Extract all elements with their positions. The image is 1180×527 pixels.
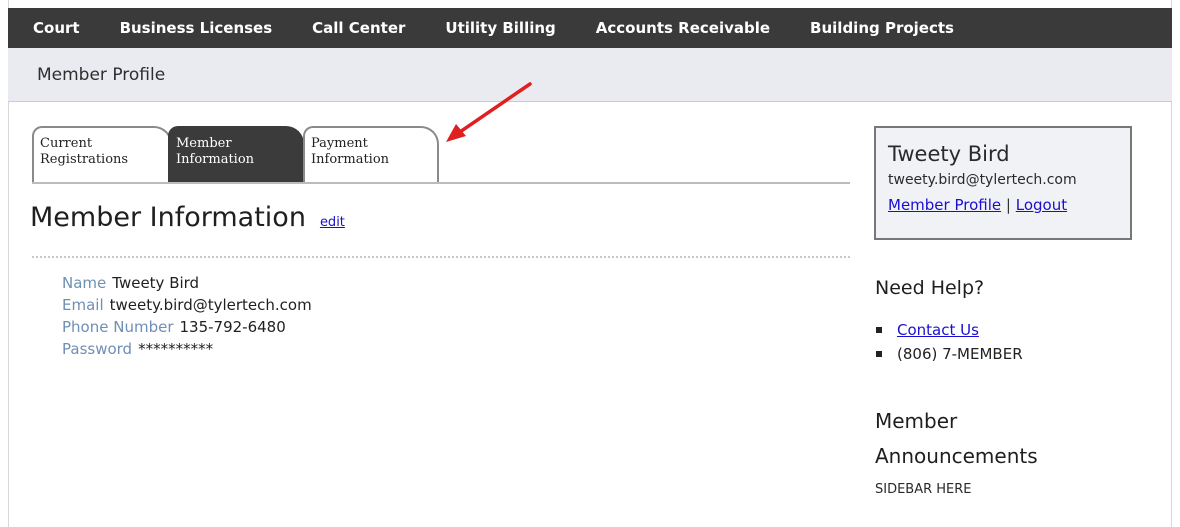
detail-row-password: Password **********	[62, 338, 312, 360]
bullet-icon	[876, 327, 882, 333]
tab-label-line1: Payment	[311, 136, 368, 151]
nav-item-building-projects[interactable]: Building Projects	[810, 19, 954, 37]
tab-label-line2: Information	[311, 152, 390, 167]
user-name: Tweety Bird	[888, 142, 1010, 166]
nav-item-business-licenses[interactable]: Business Licenses	[120, 19, 273, 37]
detail-label: Phone Number	[62, 318, 174, 336]
nav-item-utility-billing[interactable]: Utility Billing	[445, 19, 555, 37]
user-links: Member Profile | Logout	[888, 196, 1118, 214]
tab-current-registrations[interactable]: Current Registrations	[32, 126, 172, 182]
detail-label: Password	[62, 340, 133, 358]
detail-row-email: Email tweety.bird@tylertech.com	[62, 294, 312, 316]
page-title: Member Profile	[37, 64, 166, 85]
logout-link[interactable]: Logout	[1016, 196, 1067, 214]
user-box: Tweety Bird tweety.bird@tylertech.com Me…	[874, 126, 1132, 240]
section-title: Member Information	[30, 202, 306, 233]
detail-row-name: Name Tweety Bird	[62, 272, 312, 294]
nav-item-court[interactable]: Court	[33, 19, 80, 37]
help-list: Contact Us (806) 7-MEMBER	[876, 318, 1023, 366]
profile-tabs: Current Registrations Member Information…	[32, 126, 850, 184]
detail-label: Name	[62, 274, 107, 292]
contact-us-link[interactable]: Contact Us	[897, 318, 979, 342]
tabs-baseline	[32, 182, 850, 184]
section-heading: Member Information edit	[30, 202, 345, 233]
nav-item-accounts-receivable[interactable]: Accounts Receivable	[596, 19, 770, 37]
help-title: Need Help?	[875, 277, 985, 299]
list-item: Contact Us	[876, 318, 1023, 342]
announcements-title-line2: Announcements	[875, 444, 1038, 468]
phone-text: (806) 7-MEMBER	[897, 345, 1023, 363]
detail-value: Tweety Bird	[112, 274, 200, 292]
edit-link[interactable]: edit	[320, 215, 345, 230]
tab-payment-information[interactable]: Payment Information	[303, 126, 439, 182]
detail-label: Email	[62, 296, 104, 314]
tab-label-line2: Registrations	[40, 152, 129, 167]
divider	[32, 256, 850, 258]
bullet-icon	[876, 351, 882, 357]
detail-value: 135-792-6480	[179, 318, 286, 336]
page-header: Member Profile	[8, 48, 1172, 102]
top-nav: Court Business Licenses Call Center Util…	[8, 8, 1172, 48]
member-details: Name Tweety Bird Email tweety.bird@tylerte…	[62, 272, 312, 360]
link-separator: |	[1005, 196, 1011, 214]
tab-member-information[interactable]: Member Information	[168, 126, 304, 182]
detail-value: tweety.bird@tylertech.com	[109, 296, 312, 314]
member-profile-link[interactable]: Member Profile	[888, 196, 1001, 214]
user-email: tweety.bird@tylertech.com	[888, 172, 1077, 188]
tab-label-line2: Information	[176, 152, 255, 167]
tab-label-line1: Member	[176, 136, 232, 151]
list-item: (806) 7-MEMBER	[876, 342, 1023, 366]
announcements-title-line1: Member	[875, 409, 958, 433]
nav-item-call-center[interactable]: Call Center	[312, 19, 405, 37]
announcements-title: Member Announcements	[875, 404, 1038, 474]
announcements-body: SIDEBAR HERE	[875, 482, 972, 497]
tab-label-line1: Current	[40, 136, 93, 151]
detail-row-phone: Phone Number 135-792-6480	[62, 316, 312, 338]
detail-value: **********	[138, 340, 214, 358]
